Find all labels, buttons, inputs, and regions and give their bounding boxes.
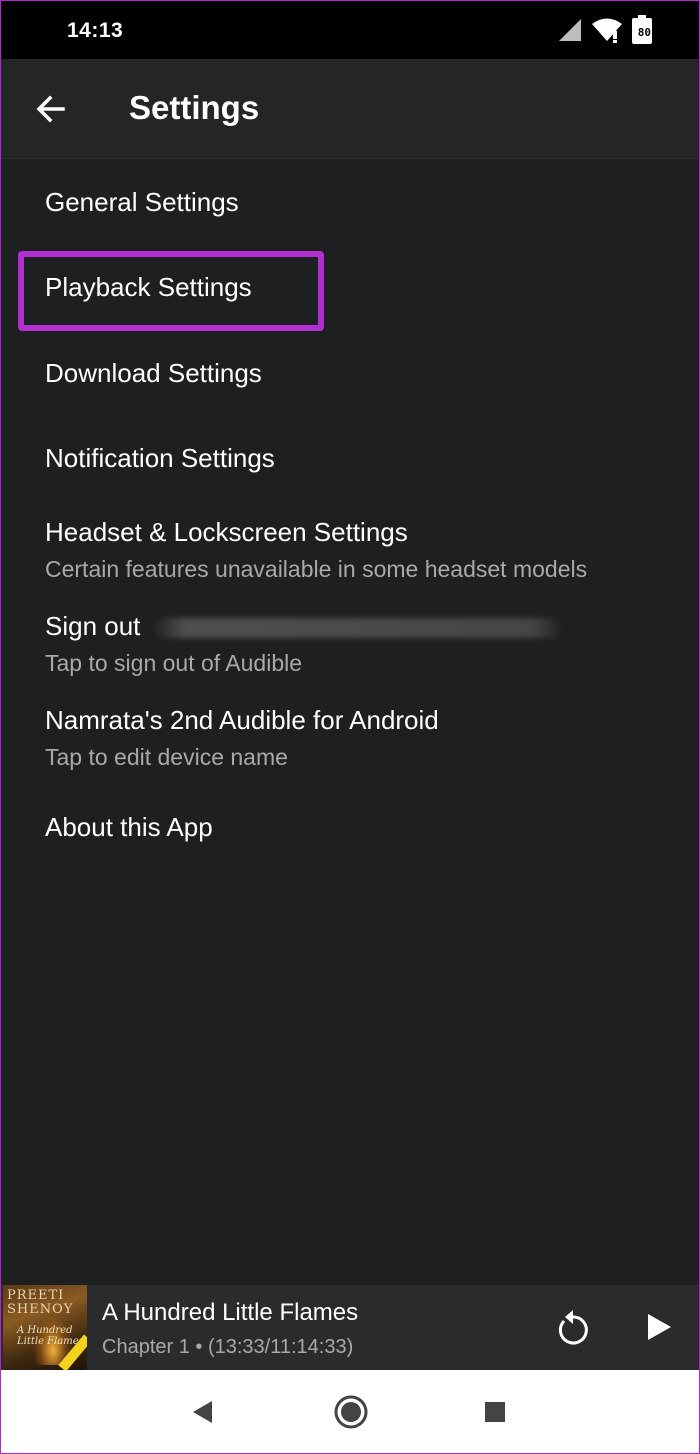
navigation-bar [1, 1370, 699, 1453]
settings-item-notification[interactable]: Notification Settings [1, 417, 699, 501]
player-title: A Hundred Little Flames [102, 1299, 359, 1326]
replay-button[interactable] [549, 1303, 597, 1351]
mini-player[interactable]: PREETI SHENOY A Hundred Little Flames A … [1, 1285, 699, 1370]
app-bar: Settings [1, 59, 699, 159]
status-time: 14:13 [67, 19, 124, 42]
wifi-icon [592, 18, 622, 43]
book-cover[interactable]: PREETI SHENOY A Hundred Little Flames [3, 1285, 87, 1370]
triangle-back-icon [193, 1401, 212, 1423]
settings-item-label: Sign out [45, 611, 565, 642]
battery-level: 80 [637, 26, 651, 39]
arrow-left-icon [36, 95, 65, 123]
signal-icon [559, 19, 581, 41]
settings-item-label: Download Settings [45, 358, 262, 388]
settings-item-label: Playback Settings [45, 272, 252, 302]
settings-item-sublabel: Tap to edit device name [45, 744, 288, 770]
settings-item-sublabel: Tap to sign out of Audible [45, 650, 303, 676]
back-button[interactable] [27, 85, 75, 133]
status-bar: 14:13 80 [1, 1, 699, 59]
settings-item-label: Headset & Lockscreen Settings [45, 517, 408, 547]
circle-home-icon [334, 1395, 368, 1429]
play-button[interactable] [635, 1303, 683, 1351]
settings-item-label: General Settings [45, 187, 239, 217]
page-title: Settings [129, 89, 260, 126]
status-icons: 80 [557, 15, 653, 44]
settings-item-label: About this App [45, 812, 213, 842]
settings-item-sign-out[interactable]: Sign out Tap to sign out of Audible [1, 595, 699, 689]
settings-item-sublabel: Certain features unavailable in some hea… [45, 556, 588, 582]
cover-author: PREETI SHENOY [7, 1288, 74, 1317]
replay-icon [558, 1310, 588, 1345]
redacted-email [152, 618, 565, 639]
sign-out-label: Sign out [45, 611, 141, 641]
player-chapter: Chapter 1 • (13:33/11:14:33) [102, 1336, 354, 1358]
play-icon [648, 1314, 671, 1340]
nav-home-button[interactable] [329, 1390, 373, 1434]
settings-item-download[interactable]: Download Settings [1, 331, 699, 417]
nav-back-button[interactable] [181, 1390, 225, 1434]
settings-item-label: Namrata's 2nd Audible for Android [45, 705, 439, 735]
settings-item-device-name[interactable]: Namrata's 2nd Audible for Android Tap to… [1, 689, 699, 783]
settings-item-about[interactable]: About this App [1, 783, 699, 869]
settings-item-label: Notification Settings [45, 443, 275, 473]
settings-item-general[interactable]: General Settings [1, 159, 699, 245]
nav-recents-button[interactable] [473, 1390, 517, 1434]
settings-item-playback[interactable]: Playback Settings [1, 245, 699, 331]
square-recents-icon [485, 1402, 505, 1422]
settings-item-headset[interactable]: Headset & Lockscreen Settings Certain fe… [1, 501, 699, 595]
